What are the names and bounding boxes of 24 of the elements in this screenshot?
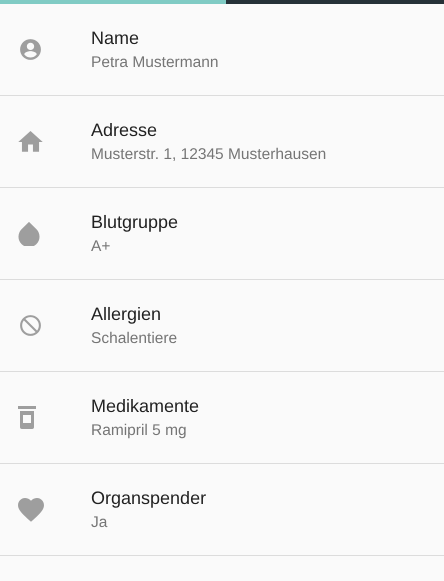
- item-value: Schalentiere: [91, 330, 178, 348]
- item-title: Adresse: [91, 120, 158, 140]
- list-item[interactable]: Blutgruppe A+: [0, 188, 444, 280]
- item-value: Musterstr. 1, 12345 Musterhausen: [91, 146, 326, 164]
- heart-icon: [18, 498, 44, 522]
- list-item[interactable]: Adresse Musterstr. 1, 12345 Musterhausen: [0, 96, 444, 188]
- item-value: Petra Mustermann: [91, 54, 218, 72]
- item-title: Blutgruppe: [91, 212, 178, 232]
- medicine-jar-icon: [18, 406, 36, 429]
- item-title: Organspender: [91, 488, 206, 508]
- item-value: A+: [91, 238, 112, 256]
- home-icon: [18, 130, 43, 152]
- list-item[interactable]: Medikamente Ramipril 5 mg: [0, 372, 444, 464]
- drop-icon: [18, 221, 40, 246]
- item-value: Ja: [91, 514, 108, 532]
- item-value: Ramipril 5 mg: [91, 422, 188, 440]
- list-item[interactable]: Allergien Schalentiere: [0, 280, 444, 372]
- list-item[interactable]: Name Petra Mustermann: [0, 4, 444, 96]
- block-icon: [18, 313, 43, 338]
- account-icon: [18, 37, 43, 62]
- item-title: Medikamente: [91, 396, 200, 416]
- item-title: Name: [91, 28, 140, 48]
- list-item[interactable]: Organspender Ja: [0, 464, 444, 556]
- item-title: Allergien: [91, 304, 162, 324]
